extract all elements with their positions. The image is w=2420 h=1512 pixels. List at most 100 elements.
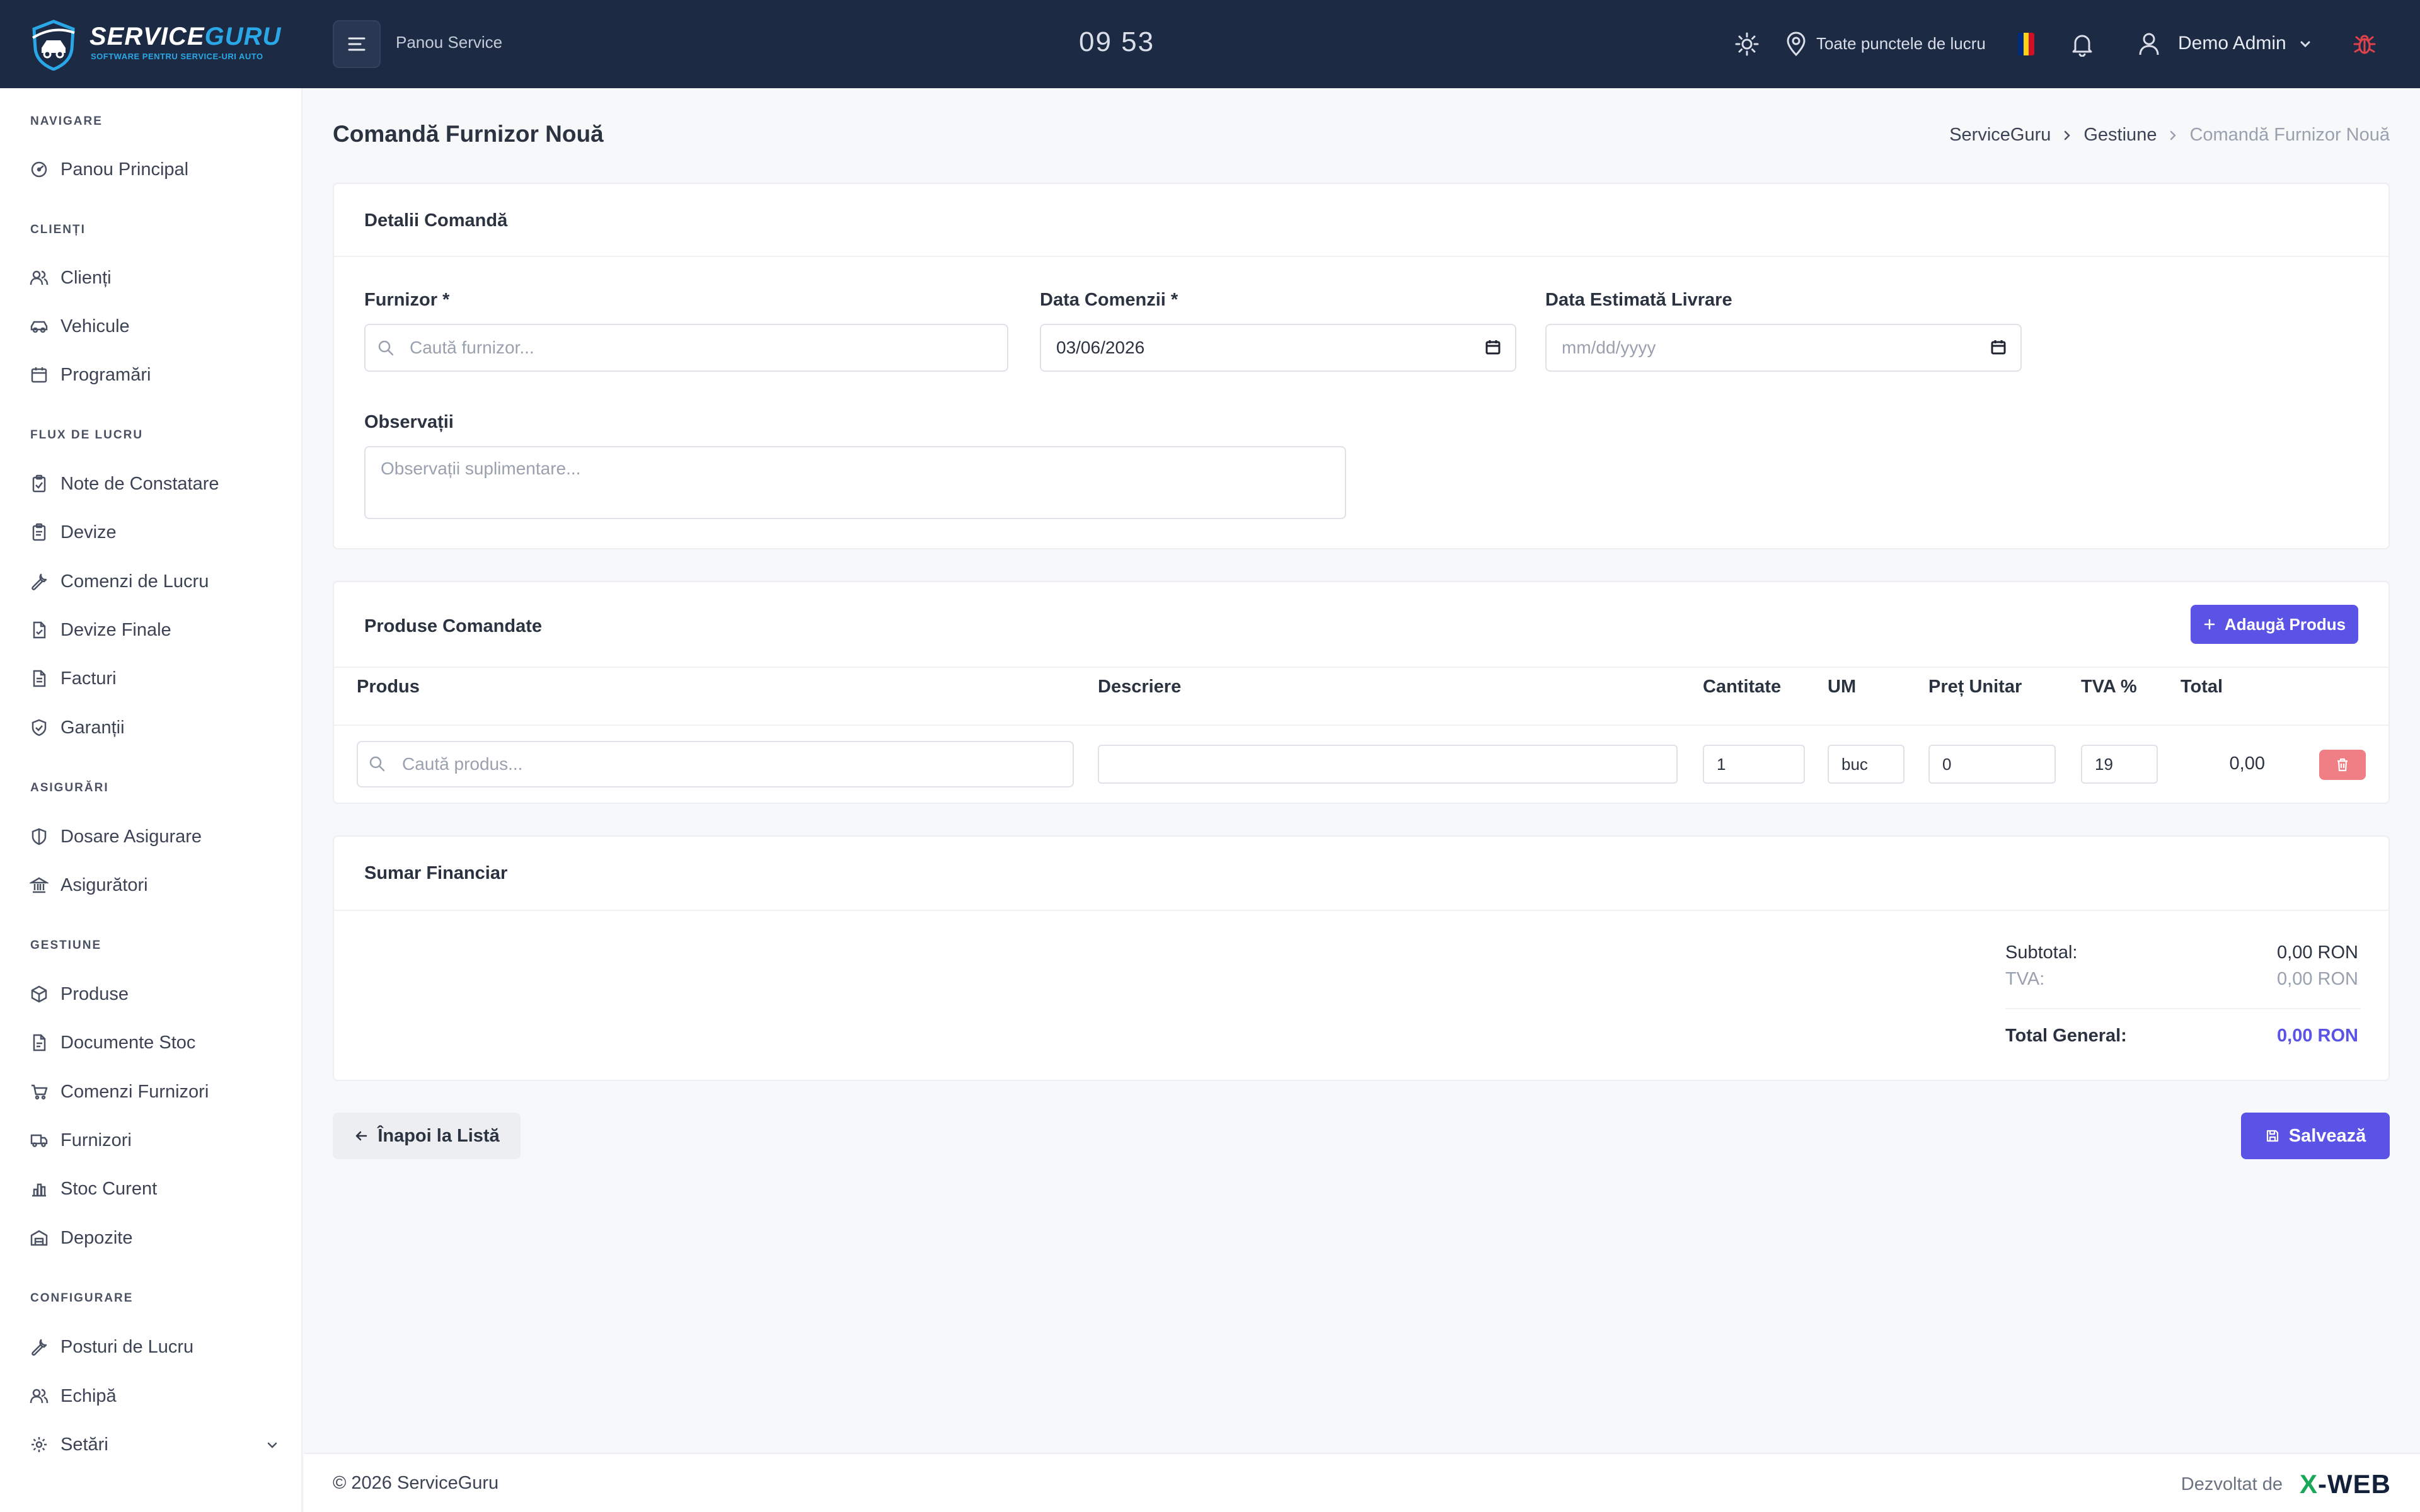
- sidebar-item-echipa[interactable]: Echipă: [25, 1377, 284, 1416]
- unit-input[interactable]: [1828, 745, 1904, 784]
- notes-textarea[interactable]: [364, 446, 1346, 519]
- description-input[interactable]: [1098, 745, 1678, 784]
- sidebar-item-furnizori[interactable]: Furnizori: [25, 1121, 284, 1160]
- sidebar-item-comenzi-de-lucru[interactable]: Comenzi de Lucru: [25, 562, 284, 601]
- page-title: Comandă Furnizor Nouă: [333, 121, 604, 147]
- chevron-right-icon: [2162, 126, 2184, 145]
- order-date-input[interactable]: [1040, 324, 1516, 372]
- app-logo[interactable]: SERVICEGURU SOFTWARE PENTRU SERVICE-URI …: [30, 19, 295, 71]
- column-header-vat: TVA %: [2081, 677, 2137, 697]
- building-icon: [28, 874, 50, 896]
- sidebar-item-label: Echipă: [60, 1385, 117, 1406]
- supplier-search-input[interactable]: [364, 324, 1008, 372]
- financial-summary-card: Sumar Financiar Subtotal: 0,00 RON TVA: …: [333, 835, 2390, 1081]
- bar-chart-icon: [28, 1177, 50, 1200]
- sidebar-item-setari[interactable]: Setări: [25, 1425, 284, 1464]
- summary-divider: [2005, 1008, 2361, 1009]
- column-header-product: Produs: [357, 677, 420, 697]
- calendar-icon: [28, 364, 50, 386]
- notifications-button[interactable]: [2068, 30, 2096, 58]
- ordered-products-card: Produse Comandate Adaugă Produs Produs D…: [333, 581, 2390, 804]
- language-flag-icon[interactable]: [2018, 33, 2034, 55]
- delivery-date-label: Data Estimată Livrare: [1545, 290, 1732, 310]
- sidebar-item-asiguratori[interactable]: Asigurători: [25, 866, 284, 905]
- sidebar-item-label: Clienți: [60, 267, 112, 288]
- sidebar-item-label: Comenzi de Lucru: [60, 571, 209, 592]
- plus-icon: [2203, 618, 2216, 631]
- location-label[interactable]: Toate punctele de lucru: [1816, 34, 1986, 54]
- warehouse-icon: [28, 1227, 50, 1249]
- back-to-list-button[interactable]: Înapoi la Listă: [333, 1113, 521, 1159]
- location-selector[interactable]: [1782, 30, 1810, 58]
- back-label: Înapoi la Listă: [377, 1125, 500, 1146]
- sidebar-item-label: Comenzi Furnizori: [60, 1081, 209, 1102]
- sidebar-item-note-de-constatare[interactable]: Note de Constatare: [25, 464, 284, 503]
- sidebar-item-comenzi-furnizori[interactable]: Comenzi Furnizori: [25, 1072, 284, 1111]
- sidebar-item-label: Devize: [60, 522, 117, 542]
- breadcrumb-link-home[interactable]: ServiceGuru: [1949, 125, 2051, 146]
- theme-toggle-button[interactable]: [1733, 30, 1761, 58]
- total-label: Total General:: [2005, 1026, 2127, 1046]
- sidebar-item-devize-finale[interactable]: Devize Finale: [25, 610, 284, 650]
- bell-icon: [2072, 35, 2092, 57]
- car-icon: [28, 315, 50, 338]
- map-pin-icon: [1787, 32, 1806, 57]
- sidebar-item-documente-stoc[interactable]: Documente Stoc: [25, 1023, 284, 1062]
- user-name[interactable]: Demo Admin: [2178, 33, 2286, 54]
- user-menu-button[interactable]: [2135, 30, 2163, 58]
- menu-toggle-button[interactable]: [333, 20, 381, 68]
- breadcrumb-current: Comandă Furnizor Nouă: [2189, 125, 2390, 145]
- card-title: Produse Comandate: [364, 616, 542, 636]
- file-icon: [28, 1031, 50, 1054]
- breadcrumb-link-gestiune[interactable]: Gestiune: [2083, 125, 2157, 146]
- logo-tagline: SOFTWARE PENTRU SERVICE-URI AUTO: [91, 52, 263, 61]
- sidebar-section-title: NAVIGARE: [30, 115, 103, 128]
- sidebar-item-label: Vehicule: [60, 316, 130, 336]
- top-bar: SERVICEGURU SOFTWARE PENTRU SERVICE-URI …: [0, 0, 2420, 88]
- vat-input[interactable]: [2081, 745, 2158, 784]
- delivery-date-input[interactable]: [1545, 324, 2022, 372]
- sidebar-item-facturi[interactable]: Facturi: [25, 659, 284, 698]
- clock: 09 53: [1079, 26, 1155, 57]
- card-title: Sumar Financiar: [364, 863, 508, 883]
- trash-icon: [2337, 758, 2348, 772]
- sidebar-item-dosare-asigurare[interactable]: Dosare Asigurare: [25, 817, 284, 856]
- wrench-icon: [28, 570, 50, 593]
- logo-title: SERVICEGURU: [89, 23, 282, 50]
- receipt-icon: [28, 667, 50, 690]
- logo-shield-icon: [32, 20, 75, 71]
- delete-row-button[interactable]: [2319, 750, 2366, 780]
- sidebar-item-vehicule[interactable]: Vehicule: [25, 307, 284, 346]
- team-icon: [28, 1385, 50, 1407]
- save-button[interactable]: Salvează: [2241, 1113, 2390, 1159]
- save-icon: [2265, 1128, 2280, 1143]
- sidebar-item-produse[interactable]: Produse: [25, 975, 284, 1014]
- sidebar-item-programari[interactable]: Programări: [25, 355, 284, 394]
- calendar-icon[interactable]: [1482, 336, 1504, 358]
- sidebar-item-stoc-curent[interactable]: Stoc Curent: [25, 1169, 284, 1208]
- product-search-input[interactable]: [357, 741, 1074, 788]
- sidebar-item-clienti[interactable]: Clienți: [25, 258, 284, 297]
- chevron-down-icon[interactable]: [261, 1434, 284, 1457]
- sidebar-item-devize[interactable]: Devize: [25, 513, 284, 552]
- clipboard-icon: [28, 521, 50, 544]
- order-details-card: Detalii Comandă Furnizor * Data Comenzii…: [333, 183, 2390, 549]
- sidebar-item-label: Note de Constatare: [60, 473, 219, 494]
- sidebar-section-title: CLIENȚI: [30, 223, 86, 236]
- debug-button[interactable]: [2351, 30, 2378, 58]
- sidebar-item-panou-principal[interactable]: Panou Principal: [25, 150, 284, 189]
- user-menu-chevron[interactable]: [2291, 30, 2319, 58]
- quantity-input[interactable]: [1703, 745, 1805, 784]
- sidebar-item-depozite[interactable]: Depozite: [25, 1218, 284, 1257]
- clipboard-check-icon: [28, 472, 50, 495]
- subtotal-label: Subtotal:: [2005, 942, 2078, 963]
- sidebar-item-garantii[interactable]: Garanții: [25, 708, 284, 747]
- sidebar-item-posturi-de-lucru[interactable]: Posturi de Lucru: [25, 1327, 284, 1366]
- xweb-logo[interactable]: X-WEB: [2300, 1469, 2391, 1499]
- notes-label: Observații: [364, 412, 454, 432]
- calendar-icon[interactable]: [1988, 336, 2009, 358]
- sidebar-item-label: Programări: [60, 364, 151, 385]
- add-product-button[interactable]: Adaugă Produs: [2191, 605, 2358, 644]
- column-header-unit: UM: [1828, 677, 1857, 697]
- unit-price-input[interactable]: [1928, 745, 2056, 784]
